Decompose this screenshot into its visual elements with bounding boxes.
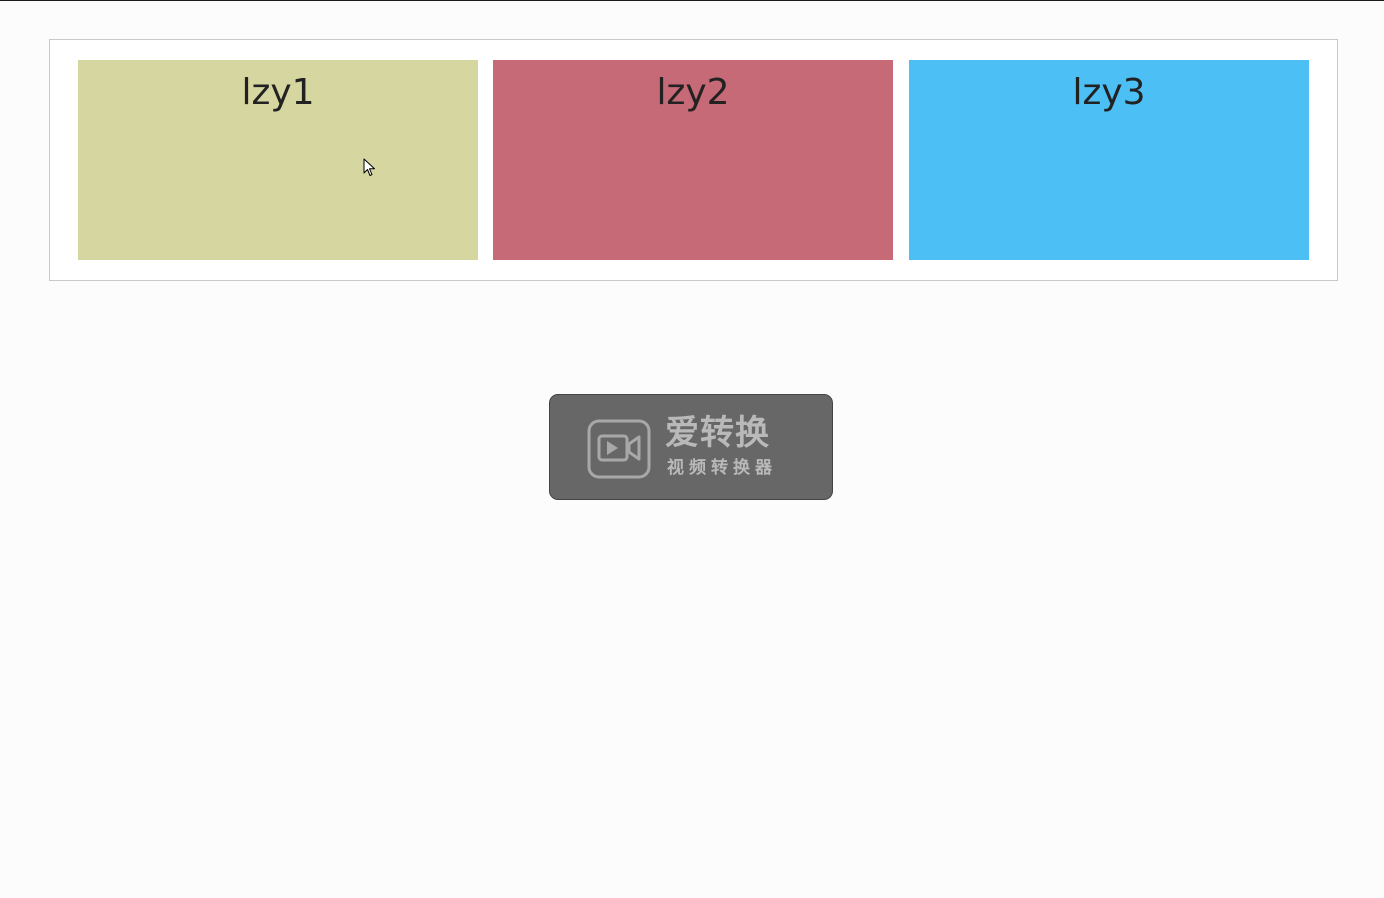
card-lzy3: lzy3 xyxy=(909,60,1309,260)
card-lzy2: lzy2 xyxy=(493,60,893,260)
card-label: lzy2 xyxy=(656,72,730,113)
card-label: lzy3 xyxy=(1072,72,1146,113)
cards-container: lzy1 lzy2 lzy3 xyxy=(49,39,1338,281)
watermark-badge: 爱转换 视频转换器 xyxy=(549,394,833,500)
watermark-title: 爱转换 xyxy=(665,413,770,453)
video-camera-icon xyxy=(587,419,651,479)
card-lzy1: lzy1 xyxy=(78,60,478,260)
top-border-line xyxy=(0,0,1384,1)
mouse-pointer-icon xyxy=(363,158,375,176)
card-label: lzy1 xyxy=(241,72,315,113)
watermark-subtitle: 视频转换器 xyxy=(667,458,777,478)
